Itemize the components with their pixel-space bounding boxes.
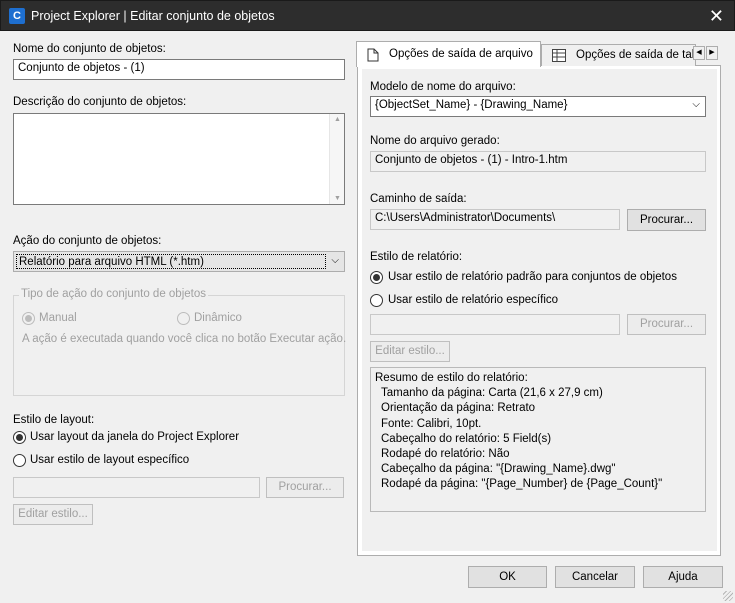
report-style-browse-button: Procurar... [627,314,706,335]
tab-file-output[interactable]: Opções de saída de arquivo [356,41,541,67]
layout-specific-radio[interactable] [13,454,26,467]
scroll-up-icon[interactable]: ▲ [334,116,341,123]
resize-grip-icon[interactable] [723,591,733,601]
summary-line: Cabeçalho da página: "{Drawing_Name}.dwg… [381,463,616,476]
layout-path-field [13,477,260,498]
report-specific-radio[interactable] [370,294,383,307]
action-type-legend: Tipo de ação do conjunto de objetos [19,288,208,300]
layout-window-radio-label[interactable]: Usar layout da janela do Project Explore… [30,431,239,443]
tab-scroll-right-icon[interactable]: ▶ [706,46,718,60]
file-icon [367,48,379,62]
report-style-label: Estilo de relatório: [370,251,463,263]
window-title: Project Explorer | Editar conjunto de ob… [31,9,275,23]
file-name-model-select[interactable]: {ObjectSet_Name} - {Drawing_Name} ⌵ [370,96,706,117]
layout-browse-button: Procurar... [266,477,344,498]
output-path-browse-button[interactable]: Procurar... [627,209,706,231]
tab-file-output-label: Opções de saída de arquivo [389,48,533,60]
report-specific-radio-label[interactable]: Usar estilo de relatório específico [388,294,558,306]
generated-name-field: Conjunto de objetos - (1) - Intro-1.htm [370,151,706,172]
output-path-field[interactable]: C:\Users\Administrator\Documents\ [370,209,620,230]
table-icon [552,49,566,62]
file-name-model-value: {ObjectSet_Name} - {Drawing_Name} [375,99,568,111]
dynamic-radio [177,312,190,325]
report-default-radio[interactable] [370,271,383,284]
output-path-label: Caminho de saída: [370,193,467,205]
close-icon[interactable]: ✕ [709,6,724,26]
help-button[interactable]: Ajuda [643,566,723,588]
manual-radio-label: Manual [39,312,77,324]
dynamic-radio-label: Dinâmico [194,312,242,324]
app-icon: C [9,8,25,24]
action-select[interactable]: Relatório para arquivo HTML (*.htm) ⌵ [13,251,345,272]
chevron-down-icon: ⌵ [331,255,339,266]
object-set-name-label: Nome do conjunto de objetos: [13,43,166,55]
action-label: Ação do conjunto de objetos: [13,235,162,247]
summary-line: Cabeçalho do relatório: 5 Field(s) [381,432,552,445]
tab-table-output-label: Opções de saída de tabela [576,49,695,61]
title-bar: C Project Explorer | Editar conjunto de … [0,0,735,31]
report-edit-style-button: Editar estilo... [370,341,450,362]
object-set-name-input[interactable]: Conjunto de objetos - (1) [13,59,345,80]
action-type-description: A ação é executada quando você clica no … [22,333,347,345]
layout-window-radio[interactable] [13,431,26,444]
action-select-value: Relatório para arquivo HTML (*.htm) [16,254,326,269]
description-textarea[interactable]: ▲ ▼ [13,113,345,205]
summary-line: Fonte: Calibri, 10pt. [381,417,482,430]
summary-title: Resumo de estilo do relatório: [375,372,528,384]
tab-scroll-left-icon[interactable]: ◀ [693,46,705,60]
chevron-down-icon: ⌵ [692,99,700,110]
description-scrollbar[interactable]: ▲ ▼ [329,114,344,204]
layout-style-label: Estilo de layout: [13,414,95,426]
layout-specific-radio-label[interactable]: Usar estilo de layout específico [30,454,189,466]
report-style-summary: Resumo de estilo do relatório: Tamanho d… [370,367,706,512]
scroll-down-icon[interactable]: ▼ [334,195,341,202]
summary-line: Tamanho da página: Carta (21,6 x 27,9 cm… [381,387,603,400]
description-label: Descrição do conjunto de objetos: [13,96,187,108]
tab-table-output[interactable]: Opções de saída de tabela [541,44,696,66]
summary-line: Orientação da página: Retrato [381,402,536,415]
cancel-button[interactable]: Cancelar [555,566,635,588]
summary-line: Rodapé do relatório: Não [381,448,510,461]
file-name-model-label: Modelo de nome do arquivo: [370,81,516,93]
action-type-group [13,295,345,396]
report-style-path-field [370,314,620,335]
ok-button[interactable]: OK [468,566,547,588]
report-default-radio-label[interactable]: Usar estilo de relatório padrão para con… [388,271,677,283]
summary-line: Rodapé da página: "{Page_Number} de {Pag… [381,478,663,491]
layout-edit-style-button: Editar estilo... [13,504,93,525]
manual-radio [22,312,35,325]
generated-name-label: Nome do arquivo gerado: [370,135,500,147]
